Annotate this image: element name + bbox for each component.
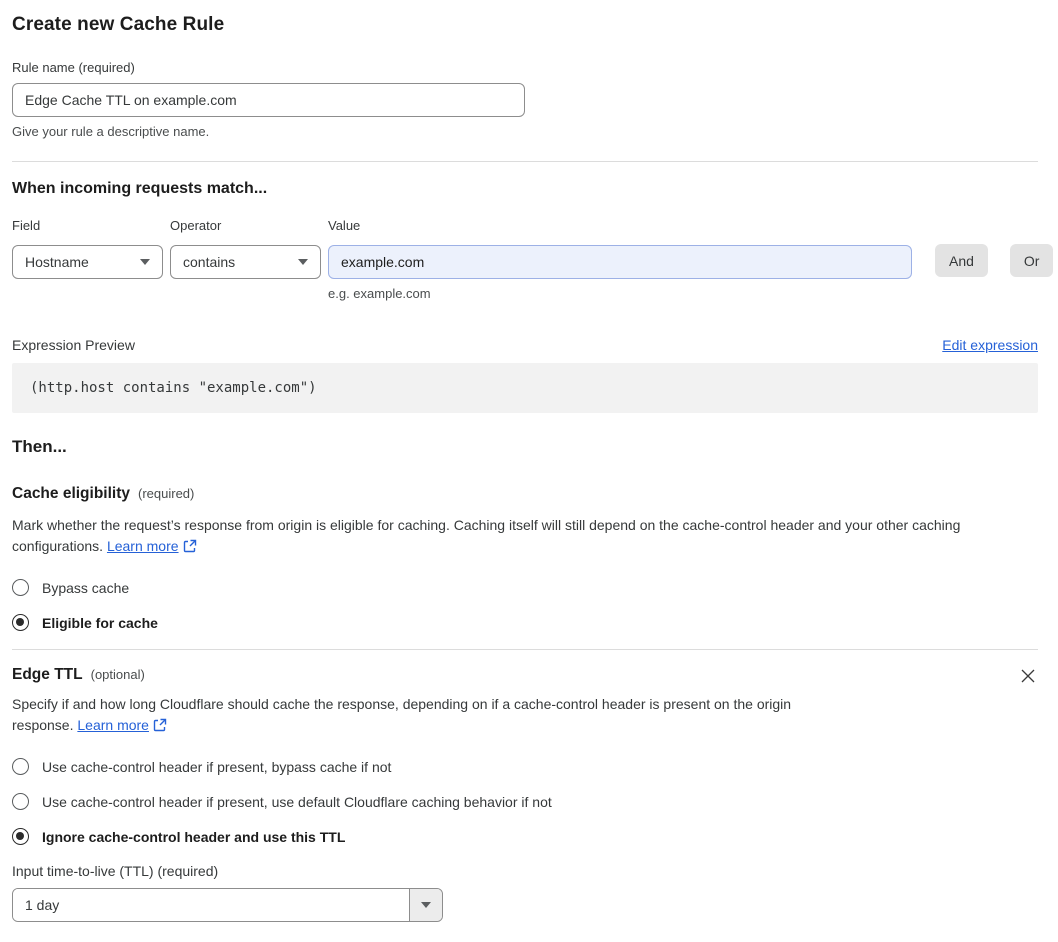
radio-eligible-for-cache[interactable]: Eligible for cache <box>12 614 1038 631</box>
expression-preview-row: Expression Preview Edit expression <box>12 337 1038 353</box>
cache-eligibility-learn-more-link[interactable]: Learn more <box>107 538 179 554</box>
radio-label: Bypass cache <box>42 579 130 596</box>
chevron-down-icon <box>140 259 150 265</box>
edge-ttl-qualifier: (optional) <box>90 667 145 682</box>
field-select[interactable]: Hostname <box>12 245 163 279</box>
edge-ttl-learn-more-link[interactable]: Learn more <box>77 717 149 733</box>
close-icon[interactable] <box>1018 666 1038 686</box>
create-cache-rule-page: Create new Cache Rule Rule name (require… <box>12 14 1054 922</box>
radio-label: Ignore cache-control header and use this… <box>42 828 346 845</box>
radio-use-header-bypass[interactable]: Use cache-control header if present, byp… <box>12 758 1038 775</box>
chevron-down-icon <box>421 902 431 908</box>
field-label: Field <box>12 218 41 233</box>
conjunction-buttons: And Or <box>935 244 1054 277</box>
rule-name-input[interactable] <box>12 83 525 117</box>
divider <box>12 161 1038 162</box>
radio-icon <box>12 579 29 596</box>
rule-name-help: Give your rule a descriptive name. <box>12 124 210 139</box>
edge-ttl-heading: Edge TTL <box>12 666 83 683</box>
cache-eligibility-description: Mark whether the request’s response from… <box>12 515 1038 559</box>
ttl-input[interactable] <box>13 889 409 921</box>
operator-select[interactable]: contains <box>170 245 321 279</box>
radio-label: Use cache-control header if present, byp… <box>42 758 392 775</box>
edge-ttl-options: Use cache-control header if present, byp… <box>12 758 1038 845</box>
page-title: Create new Cache Rule <box>12 14 225 35</box>
chevron-down-icon <box>298 259 308 265</box>
match-row: Field Hostname Operator contains Value e… <box>12 218 1054 301</box>
radio-bypass-cache[interactable]: Bypass cache <box>12 579 1038 596</box>
operator-column: Operator contains <box>170 218 321 279</box>
edge-ttl-header: Edge TTL (optional) <box>12 666 1038 686</box>
external-link-icon <box>183 538 197 559</box>
radio-selected-icon <box>12 828 29 845</box>
ttl-dropdown-button[interactable] <box>409 889 442 921</box>
external-link-icon <box>153 717 167 738</box>
field-column: Field Hostname <box>12 218 163 279</box>
expression-preview-label: Expression Preview <box>12 337 135 353</box>
operator-label: Operator <box>170 218 222 233</box>
ttl-combobox <box>12 888 443 922</box>
edge-ttl-heading-row: Edge TTL (optional) <box>12 666 145 684</box>
cache-eligibility-qualifier: (required) <box>138 486 195 501</box>
rule-name-label: Rule name (required) <box>12 60 135 75</box>
radio-label: Eligible for cache <box>42 614 158 631</box>
cache-eligibility-heading: Cache eligibility <box>12 485 131 502</box>
field-select-value: Hostname <box>25 254 89 270</box>
cache-eligibility-options: Bypass cache Eligible for cache <box>12 579 1038 631</box>
or-button[interactable]: Or <box>1009 244 1054 277</box>
operator-select-value: contains <box>183 254 236 270</box>
value-input[interactable] <box>328 245 912 279</box>
then-heading: Then... <box>12 437 67 456</box>
radio-icon <box>12 758 29 775</box>
radio-selected-icon <box>12 614 29 631</box>
expression-code-box: (http.host contains "example.com") <box>12 363 1038 413</box>
edit-expression-link[interactable]: Edit expression <box>942 337 1038 353</box>
divider <box>12 649 1038 650</box>
cache-eligibility-header: Cache eligibility (required) <box>12 485 1038 503</box>
value-label: Value <box>328 218 361 233</box>
value-help: e.g. example.com <box>328 286 431 301</box>
radio-use-header-default[interactable]: Use cache-control header if present, use… <box>12 793 1038 810</box>
ttl-input-label: Input time-to-live (TTL) (required) <box>12 863 219 879</box>
and-button[interactable]: And <box>935 244 988 277</box>
match-section-heading: When incoming requests match... <box>12 180 268 197</box>
value-column: Value e.g. example.com <box>328 218 912 301</box>
radio-icon <box>12 793 29 810</box>
radio-label: Use cache-control header if present, use… <box>42 793 552 810</box>
radio-ignore-header-use-ttl[interactable]: Ignore cache-control header and use this… <box>12 828 1038 845</box>
edge-ttl-description: Specify if and how long Cloudflare shoul… <box>12 694 848 738</box>
